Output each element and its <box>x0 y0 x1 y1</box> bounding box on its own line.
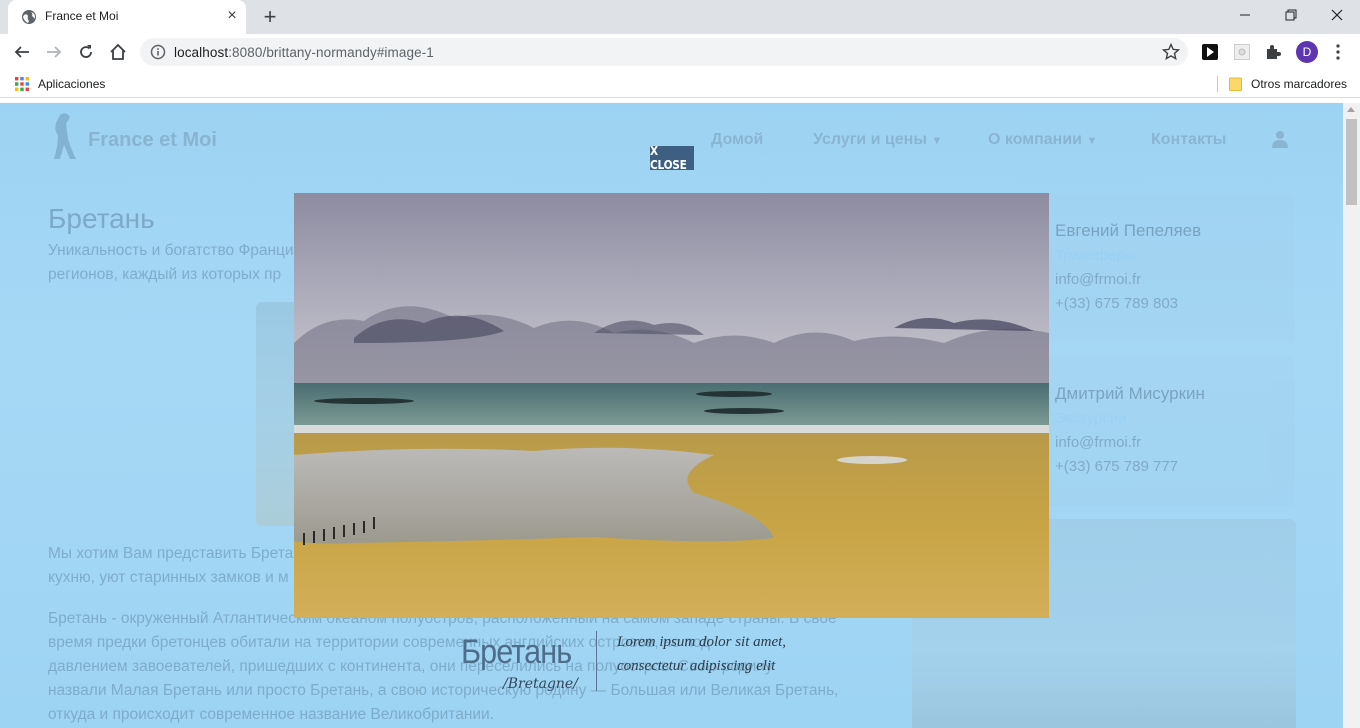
restore-button[interactable] <box>1268 0 1314 30</box>
contact-email[interactable]: info@frmoi.fr <box>1055 271 1141 288</box>
back-button[interactable] <box>10 40 34 64</box>
scroll-up-arrow-icon[interactable] <box>1347 107 1355 112</box>
bookmarks-bar: Aplicaciones Otros marcadores <box>0 70 1360 98</box>
page-viewport: France et Moi Домой Услуги и цены ▼ О ко… <box>0 103 1343 728</box>
scroll-thumb[interactable] <box>1346 119 1357 205</box>
intro-line-2: регионов, каждый из которых пр <box>48 266 282 283</box>
contact-card: Евгений Пепеляев Трансферы info@frmoi.fr… <box>1040 193 1295 343</box>
contact-role[interactable]: Экскурсии <box>1055 410 1127 427</box>
restore-icon <box>1285 9 1297 21</box>
minimize-button[interactable] <box>1222 0 1268 30</box>
contact-card: Дмитрий Мисуркин Экскурсии info@frmoi.fr… <box>1040 356 1295 506</box>
address-bar[interactable]: localhost:8080/brittany-normandy#image-1 <box>140 38 1188 66</box>
apps-grid-icon[interactable] <box>15 77 29 91</box>
bookmarks-separator <box>1217 76 1218 92</box>
lightbox-title: Бретань <box>461 633 572 671</box>
arrow-right-icon <box>47 46 62 58</box>
reload-button[interactable] <box>74 40 98 64</box>
reload-icon <box>80 45 92 58</box>
contact-role[interactable]: Трансферы <box>1055 247 1136 264</box>
para2-line-5: откуда и происходит современное название… <box>48 706 495 723</box>
caret-down-icon: ▼ <box>1086 135 1098 147</box>
lightbox-description: Lorem ipsum dolor sit amet, consectetur … <box>617 634 787 674</box>
minimize-icon <box>1240 14 1250 16</box>
tab-title: France et Moi <box>45 9 119 23</box>
nav-services-label: Услуги и цены <box>813 131 927 148</box>
browser-toolbar: localhost:8080/brittany-normandy#image-1… <box>0 34 1360 70</box>
extension-button-2[interactable] <box>1233 43 1251 61</box>
url-text: localhost:8080/brittany-normandy#image-1 <box>174 45 434 60</box>
contact-name: Евгений Пепеляев <box>1055 221 1202 240</box>
intro-line-1: Уникальность и богатство Франци <box>48 242 294 259</box>
new-tab-button[interactable]: + <box>260 6 280 28</box>
para2-line-2: время предки бретонцев обитали на террит… <box>48 634 711 651</box>
apps-bookmark[interactable]: Aplicaciones <box>38 77 105 91</box>
para1-line-2: кухню, уют старинных замков и м <box>48 569 289 586</box>
play-square-icon <box>1202 44 1218 60</box>
home-button[interactable] <box>106 40 130 64</box>
forward-button[interactable] <box>42 40 66 64</box>
lightbox-photo <box>294 193 1049 618</box>
url-path: :8080/brittany-normandy#image-1 <box>228 45 434 60</box>
tab-close-icon[interactable]: × <box>224 8 240 24</box>
tab-strip: France et Moi × + <box>0 0 1360 34</box>
caret-down-icon: ▼ <box>931 135 943 147</box>
user-icon[interactable] <box>1271 130 1289 148</box>
contact-phone[interactable]: +(33) 675 789 803 <box>1055 295 1178 312</box>
info-icon[interactable] <box>150 44 166 60</box>
nav-contacts[interactable]: Контакты <box>1151 131 1226 149</box>
screenshot-icon <box>1234 44 1250 60</box>
nav-about-label: О компании <box>988 131 1082 148</box>
puzzle-icon <box>1267 45 1281 59</box>
more-vert-icon <box>1336 44 1340 60</box>
contact-email[interactable]: info@frmoi.fr <box>1055 434 1141 451</box>
lightbox-close-button[interactable]: X CLOSE <box>650 144 694 172</box>
nav-services[interactable]: Услуги и цены ▼ <box>813 131 942 149</box>
page-title: Бретань <box>48 203 155 234</box>
extension-button-1[interactable] <box>1201 43 1219 61</box>
caption-divider <box>596 631 597 691</box>
nav-home[interactable]: Домой <box>711 131 763 149</box>
url-host: localhost <box>174 45 229 60</box>
globe-icon <box>22 10 36 24</box>
browser-tab[interactable]: France et Moi × <box>8 0 246 34</box>
other-bookmarks[interactable]: Otros marcadores <box>1251 77 1347 91</box>
page-scrollbar[interactable] <box>1343 103 1360 728</box>
extensions-button[interactable] <box>1264 43 1282 61</box>
contact-phone[interactable]: +(33) 675 789 777 <box>1055 458 1178 475</box>
para1-line-1: Мы хотим Вам представить Брета <box>48 545 294 562</box>
window-close-button[interactable] <box>1314 0 1360 30</box>
close-icon <box>1331 9 1343 21</box>
lightbox-subtitle: /Bretagne/ <box>503 676 578 692</box>
folder-icon[interactable] <box>1229 77 1242 91</box>
star-icon[interactable] <box>1162 43 1180 61</box>
home-icon <box>110 43 126 60</box>
para2-line-4: назвали Малая Бретань или просто Бретань… <box>48 682 839 699</box>
site-logo-text[interactable]: France et Moi <box>88 129 217 152</box>
arrow-left-icon <box>14 46 29 58</box>
logo-icon <box>54 113 76 159</box>
nav-about[interactable]: О компании ▼ <box>988 131 1097 149</box>
contact-name: Дмитрий Мисуркин <box>1055 384 1205 403</box>
profile-avatar[interactable]: D <box>1296 41 1318 63</box>
browser-menu-button[interactable] <box>1329 43 1347 61</box>
